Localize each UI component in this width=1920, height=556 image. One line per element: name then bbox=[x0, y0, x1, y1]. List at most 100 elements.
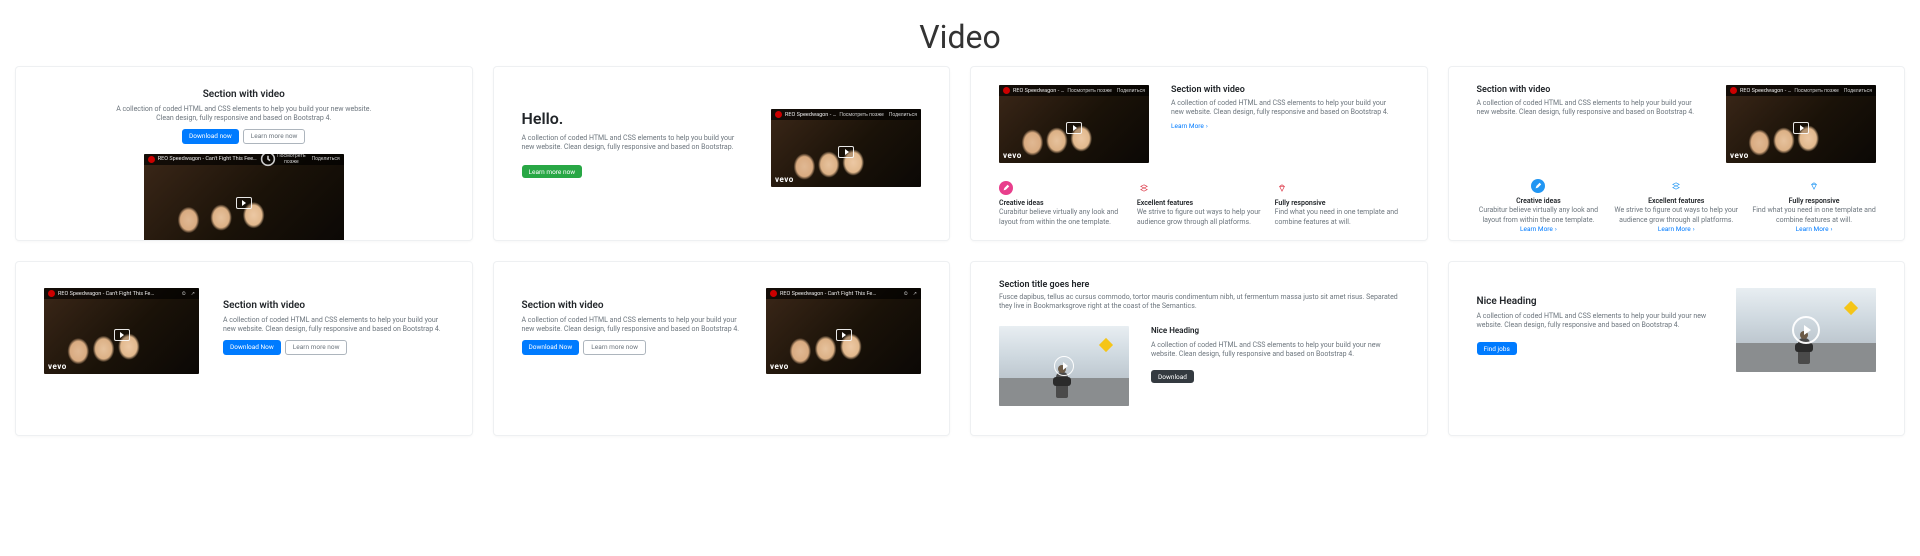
card-title: Section title goes here bbox=[999, 280, 1399, 290]
play-icon[interactable] bbox=[838, 146, 854, 158]
watch-later-icon[interactable]: ⏲ bbox=[182, 291, 186, 297]
card-nice-heading[interactable]: Nice Heading A collection of coded HTML … bbox=[1448, 261, 1906, 436]
video-title: REO Speedwagon - Can't Fight This Fe… bbox=[780, 291, 901, 297]
video-title: REO Speedwagon - Can't Fight This Feelin… bbox=[158, 156, 257, 162]
feature-title: Creative ideas bbox=[999, 199, 1123, 208]
feature-creative: Creative ideas Curabitur believe virtual… bbox=[999, 181, 1123, 227]
play-icon[interactable] bbox=[836, 329, 852, 341]
learn-more-button[interactable]: Learn more now bbox=[285, 340, 348, 355]
share-icon[interactable]: Поделиться bbox=[1844, 88, 1872, 94]
video-thumbnail[interactable]: REO Speedwagon - Can't Fight This Fe…Пос… bbox=[771, 109, 921, 187]
layers-icon bbox=[1669, 179, 1683, 193]
card-hello[interactable]: Hello. A collection of coded HTML and CS… bbox=[493, 66, 951, 241]
video-thumbnail[interactable]: REO Speedwagon - Can't Fight This Fe…Пос… bbox=[1726, 85, 1876, 163]
video-title: REO Speedwagon - Can't Fight This Fe… bbox=[58, 291, 179, 297]
feature-creative: Creative ideas Curabitur believe virtual… bbox=[1477, 179, 1601, 233]
card-title: Section with video bbox=[1171, 85, 1399, 95]
video-thumbnail-street[interactable] bbox=[1736, 288, 1876, 372]
card-video-features-blue[interactable]: Section with video A collection of coded… bbox=[1448, 66, 1906, 241]
share-icon[interactable]: Поделиться bbox=[889, 112, 917, 118]
vevo-logo: vevo bbox=[1730, 151, 1749, 160]
play-icon[interactable] bbox=[1792, 316, 1820, 344]
youtube-icon bbox=[1003, 87, 1010, 94]
feature-title: Excellent features bbox=[1648, 197, 1704, 206]
learn-more-link[interactable]: Learn More bbox=[1658, 225, 1695, 233]
vevo-logo: vevo bbox=[1003, 151, 1022, 160]
card-title: Section with video bbox=[522, 300, 743, 311]
share-icon[interactable]: Поделиться bbox=[1117, 88, 1145, 94]
card-video-centered[interactable]: Section with video A collection of coded… bbox=[15, 66, 473, 241]
play-icon[interactable] bbox=[114, 329, 130, 341]
share-icon[interactable]: ↗ bbox=[191, 291, 195, 297]
watch-later-icon[interactable]: Посмотреть позже bbox=[1794, 88, 1838, 94]
learn-more-link[interactable]: Learn More bbox=[1171, 122, 1399, 130]
feature-title: Fully responsive bbox=[1275, 199, 1399, 208]
youtube-icon bbox=[775, 111, 782, 118]
card-section-title[interactable]: Section title goes here Fusce dapibus, t… bbox=[970, 261, 1428, 436]
share-icon[interactable]: Поделиться bbox=[311, 156, 340, 162]
learn-more-link[interactable]: Learn More bbox=[1796, 225, 1833, 233]
card-title: Hello. bbox=[522, 109, 748, 128]
video-thumbnail[interactable]: REO Speedwagon - Can't Fight This Feelin… bbox=[144, 154, 344, 241]
download-button[interactable]: Download bbox=[1151, 370, 1194, 383]
card-video-features-red[interactable]: REO Speedwagon - Can't Fight This Fe…Пос… bbox=[970, 66, 1428, 241]
learn-more-button[interactable]: Learn more now bbox=[243, 129, 306, 144]
youtube-icon bbox=[48, 290, 55, 297]
video-title: REO Speedwagon - Can't Fight This Fe… bbox=[1013, 88, 1064, 94]
video-thumbnail[interactable]: REO Speedwagon - Can't Fight This Fe…⏲↗ … bbox=[766, 288, 921, 374]
card-desc: A collection of coded HTML and CSS eleme… bbox=[1477, 312, 1713, 331]
feature-desc: We strive to figure out ways to help you… bbox=[1137, 208, 1261, 227]
card-desc: A collection of coded HTML and CSS eleme… bbox=[1171, 99, 1399, 118]
download-button[interactable]: Download now bbox=[182, 129, 239, 144]
download-button[interactable]: Download Now bbox=[522, 340, 580, 355]
video-title: REO Speedwagon - Can't Fight This Fe… bbox=[1740, 88, 1791, 94]
card-title: Section with video bbox=[223, 300, 444, 311]
learn-more-link[interactable]: Learn More bbox=[1520, 225, 1557, 233]
edit-icon bbox=[1531, 179, 1545, 193]
card-desc: A collection of coded HTML and CSS eleme… bbox=[522, 134, 748, 153]
video-thumbnail[interactable]: REO Speedwagon - Can't Fight This Fe…Пос… bbox=[999, 85, 1149, 163]
video-thumbnail[interactable]: REO Speedwagon - Can't Fight This Fe…⏲↗ … bbox=[44, 288, 199, 374]
watch-later-icon[interactable]: Посмотреть позже bbox=[839, 112, 883, 118]
card-title: Section with video bbox=[1477, 85, 1705, 95]
play-icon[interactable] bbox=[1793, 122, 1809, 134]
play-icon[interactable] bbox=[1054, 356, 1074, 376]
play-icon[interactable] bbox=[236, 197, 252, 209]
learn-more-button[interactable]: Learn more now bbox=[583, 340, 646, 355]
learn-more-button[interactable]: Learn more now bbox=[522, 165, 583, 178]
card-subdesc: Fusce dapibus, tellus ac cursus commodo,… bbox=[999, 293, 1399, 312]
share-icon[interactable]: ↗ bbox=[913, 291, 917, 297]
youtube-icon bbox=[770, 290, 777, 297]
card-desc: A collection of coded HTML and CSS eleme… bbox=[1477, 99, 1705, 118]
card-desc: A collection of coded HTML and CSS eleme… bbox=[223, 316, 444, 335]
diamond-icon bbox=[1275, 181, 1289, 195]
feature-responsive: Fully responsive Find what you need in o… bbox=[1752, 179, 1876, 233]
feature-excellent: Excellent features We strive to figure o… bbox=[1614, 179, 1738, 233]
video-title: REO Speedwagon - Can't Fight This Fe… bbox=[785, 112, 836, 118]
layers-icon bbox=[1137, 181, 1151, 195]
item-desc: A collection of coded HTML and CSS eleme… bbox=[1151, 341, 1399, 360]
download-button[interactable]: Download Now bbox=[223, 340, 281, 355]
card-video-right[interactable]: Section with video A collection of coded… bbox=[493, 261, 951, 436]
page-title: Video bbox=[0, 0, 1920, 66]
video-thumbnail-street[interactable] bbox=[999, 326, 1129, 406]
play-icon[interactable] bbox=[1066, 122, 1082, 134]
feature-responsive: Fully responsive Find what you need in o… bbox=[1275, 181, 1399, 227]
card-desc: A collection of coded HTML and CSS eleme… bbox=[522, 316, 743, 335]
watch-later-icon[interactable]: ⏲ bbox=[904, 291, 908, 297]
watch-later-icon[interactable]: Посмотреть позже bbox=[1067, 88, 1111, 94]
cards-grid: Section with video A collection of coded… bbox=[0, 66, 1920, 456]
feature-title: Creative ideas bbox=[1516, 197, 1561, 206]
card-title: Section with video bbox=[203, 89, 285, 100]
vevo-logo: vevo bbox=[775, 175, 794, 184]
vevo-logo: vevo bbox=[48, 362, 67, 371]
item-title: Nice Heading bbox=[1151, 326, 1399, 337]
watch-later-icon[interactable]: Посмотреть позже bbox=[260, 154, 305, 167]
feature-desc: Curabitur believe virtually any look and… bbox=[999, 208, 1123, 227]
diamond-icon bbox=[1807, 179, 1821, 193]
feature-desc: Curabitur believe virtually any look and… bbox=[1477, 206, 1601, 225]
find-jobs-button[interactable]: Find jobs bbox=[1477, 342, 1517, 355]
vevo-logo: vevo bbox=[770, 362, 789, 371]
card-video-left[interactable]: REO Speedwagon - Can't Fight This Fe…⏲↗ … bbox=[15, 261, 473, 436]
card-title: Nice Heading bbox=[1477, 296, 1713, 307]
